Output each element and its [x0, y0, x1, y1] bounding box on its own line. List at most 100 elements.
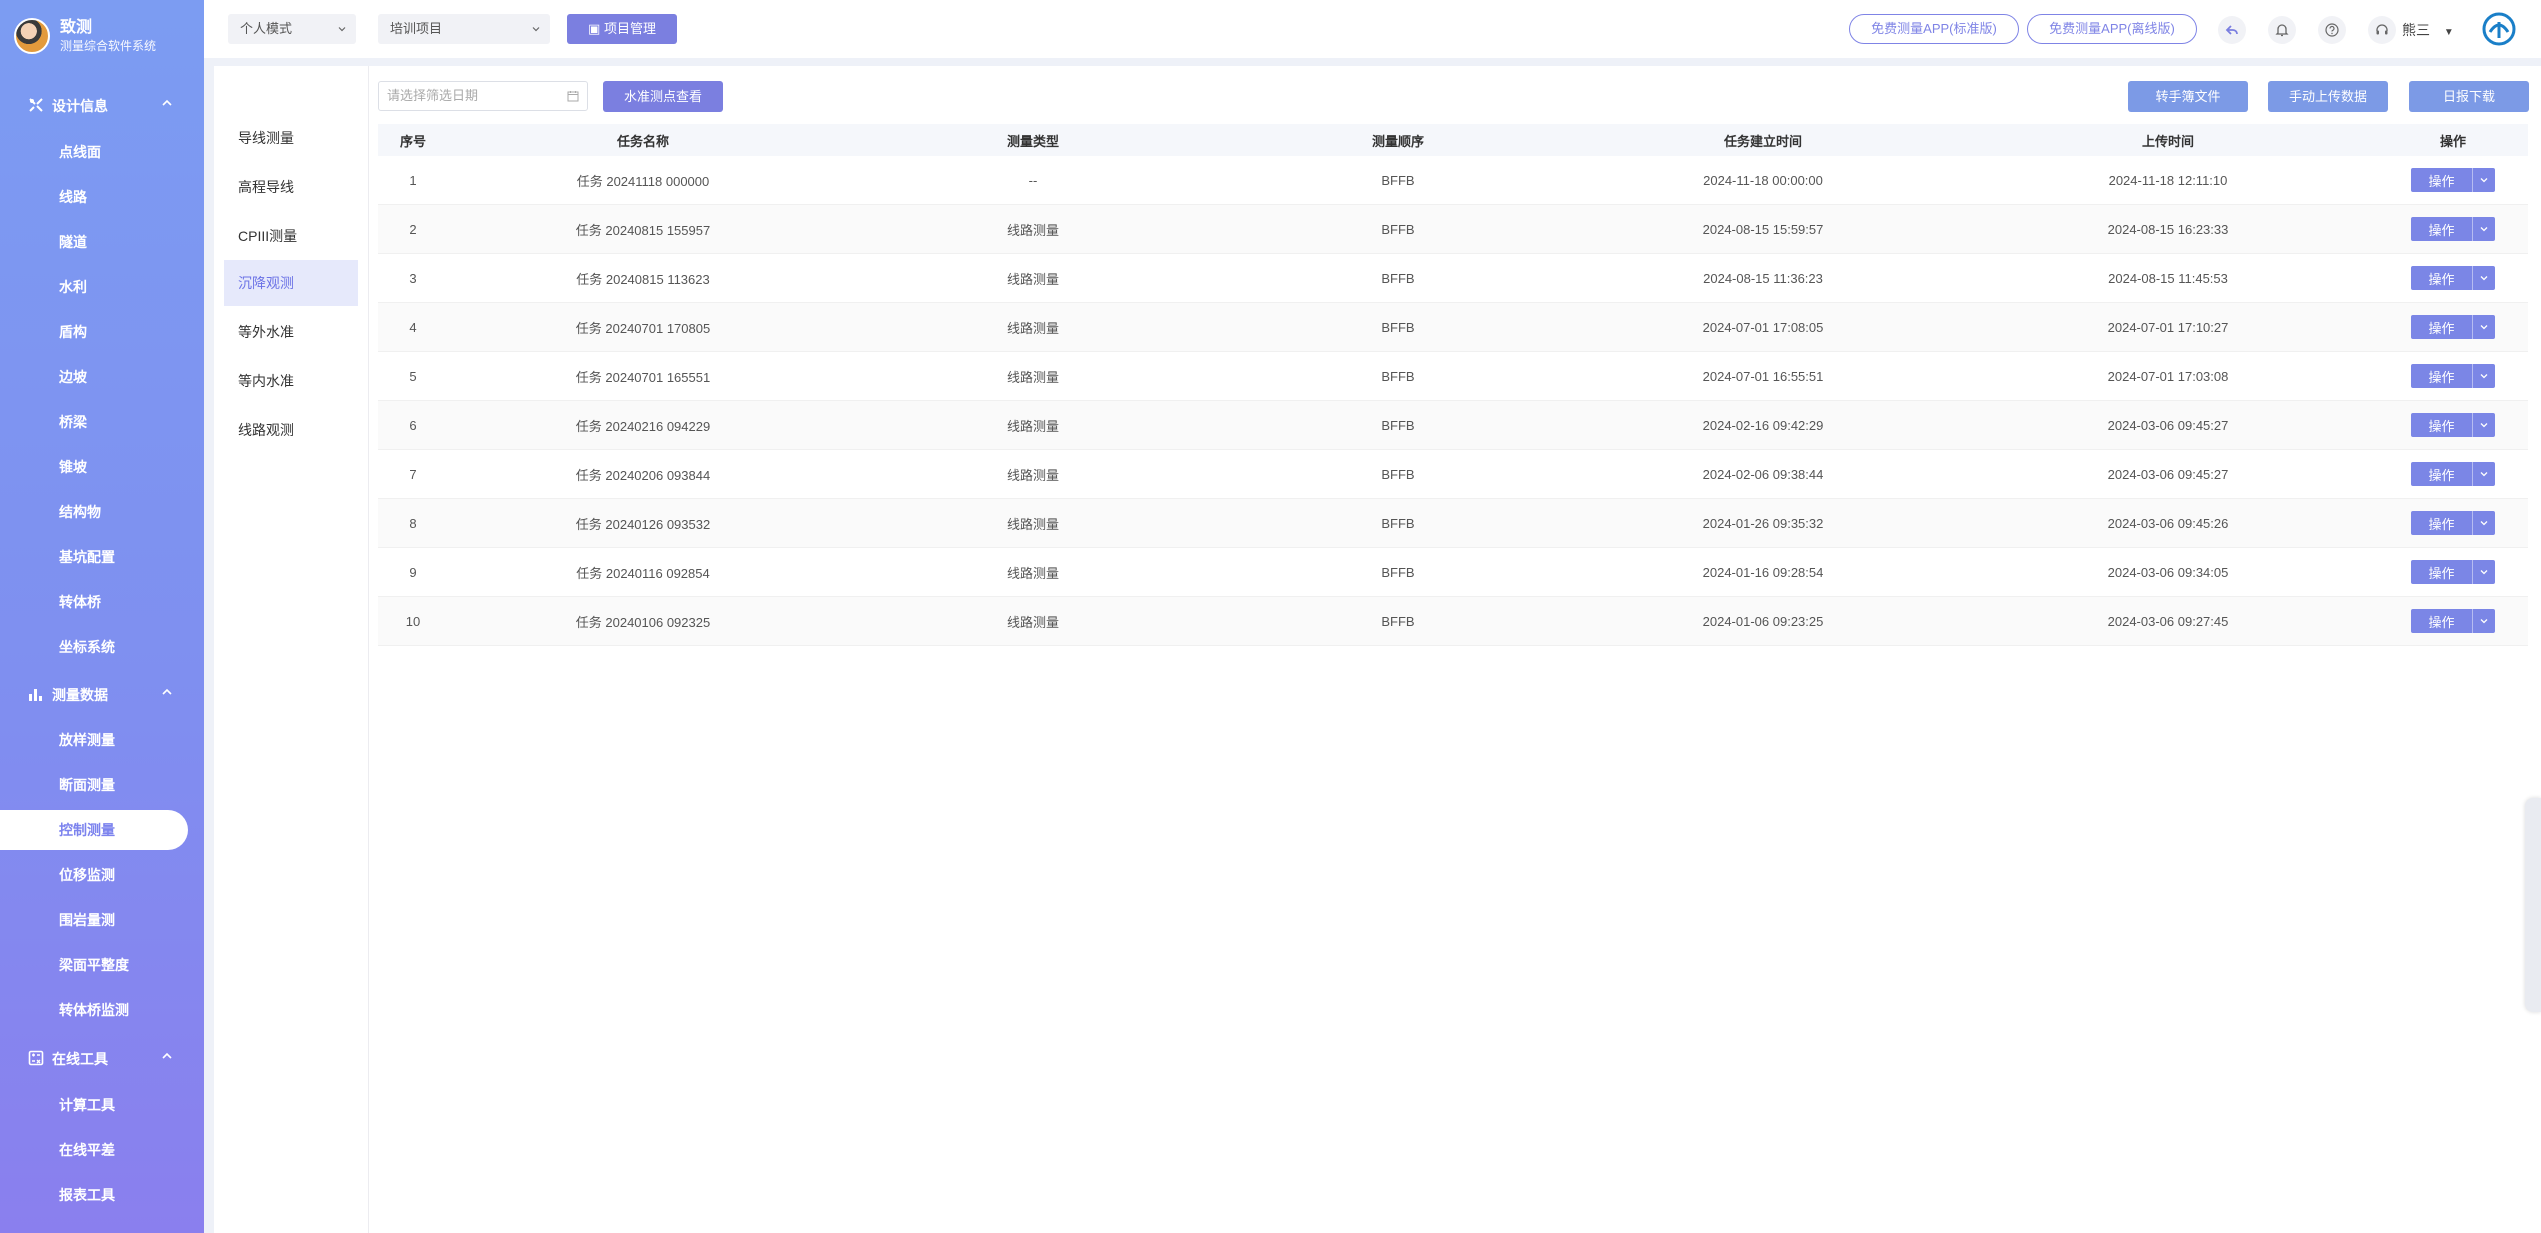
- sidebar-item-stakeout[interactable]: 放样测量: [0, 720, 204, 760]
- sidebar-item-tunnel[interactable]: 隧道: [0, 222, 204, 262]
- sidebar-item-swivel-monitoring[interactable]: 转体桥监测: [0, 990, 204, 1030]
- row-actions: 操作: [2378, 499, 2528, 547]
- floating-side-widget[interactable]: [2525, 798, 2541, 1012]
- convert-handbook-button[interactable]: 转手簿文件: [2128, 81, 2248, 112]
- upload-time: 2024-07-01 17:10:27: [2107, 319, 2229, 335]
- row-actions: 操作: [2378, 303, 2528, 351]
- folder-icon: ▣: [588, 21, 601, 36]
- operation-dropdown-button[interactable]: 操作: [2411, 364, 2495, 388]
- tab-standard-leveling[interactable]: 等内水准: [224, 358, 358, 404]
- operation-dropdown-button[interactable]: 操作: [2411, 315, 2495, 339]
- sidebar-item-calc-tools[interactable]: 计算工具: [0, 1085, 204, 1125]
- chevron-down-icon[interactable]: [2472, 168, 2495, 192]
- sidebar-item-coordinate-system[interactable]: 坐标系统: [0, 627, 204, 667]
- table-row: 9 任务 20240116 092854 线路测量 BFFB 2024-01-16 09…: [378, 548, 2528, 597]
- support-button[interactable]: [2368, 16, 2396, 44]
- measure-order: BFFB: [1381, 172, 1415, 188]
- operation-dropdown-button[interactable]: 操作: [2411, 462, 2495, 486]
- tab-settlement[interactable]: 沉降观测: [224, 260, 358, 306]
- chevron-down-icon[interactable]: [2472, 364, 2495, 388]
- measure-type: 线路测量: [1006, 418, 1059, 434]
- measure-type: 线路测量: [1006, 565, 1059, 581]
- tab-elevation-traverse[interactable]: 高程导线: [224, 164, 358, 210]
- operation-dropdown-button[interactable]: 操作: [2411, 413, 2495, 437]
- column-header: 测量顺序: [1371, 133, 1424, 149]
- task-name: 任务 20240116 092854: [576, 565, 710, 581]
- chevron-down-icon[interactable]: [2472, 511, 2495, 535]
- chevron-down-icon[interactable]: [2472, 609, 2495, 633]
- table-row: 7 任务 20240206 093844 线路测量 BFFB 2024-02-06 09…: [378, 450, 2528, 499]
- measure-type: 线路测量: [1006, 222, 1059, 238]
- project-manage-button[interactable]: ▣ 项目管理: [567, 14, 677, 44]
- headset-icon: [2376, 24, 2388, 35]
- nav-group-measurement-data[interactable]: 测量数据: [0, 672, 204, 716]
- tab-route-observation[interactable]: 线路观测: [224, 407, 358, 453]
- created-time: 2024-07-01 16:55:51: [1702, 368, 1824, 384]
- row-index: 7: [409, 466, 417, 482]
- user-menu[interactable]: 熊三 ▼: [2402, 20, 2454, 40]
- sidebar-item-control-measurement[interactable]: 控制测量: [0, 810, 188, 850]
- project-select[interactable]: 培训项目: [378, 14, 550, 44]
- bell-icon: [2275, 24, 2289, 37]
- sidebar-item-online-adjust[interactable]: 在线平差: [0, 1130, 204, 1170]
- upload-time: 2024-08-15 16:23:33: [2107, 221, 2229, 237]
- sidebar-item-cone-slope[interactable]: 锥坡: [0, 447, 204, 487]
- operation-dropdown-button[interactable]: 操作: [2411, 560, 2495, 584]
- operation-label: 操作: [2428, 271, 2455, 287]
- chevron-down-icon[interactable]: [2472, 315, 2495, 339]
- operation-dropdown-button[interactable]: 操作: [2411, 168, 2495, 192]
- chevron-down-icon[interactable]: [2472, 217, 2495, 241]
- brand-avatar: [14, 18, 50, 54]
- row-actions: 操作: [2378, 352, 2528, 400]
- mode-select[interactable]: 个人模式: [228, 14, 356, 44]
- nav-group-online-tools[interactable]: 在线工具: [0, 1036, 204, 1080]
- table-row: 3 任务 20240815 113623 线路测量 BFFB 2024-08-15 11…: [378, 254, 2528, 303]
- sidebar-item-slope[interactable]: 边坡: [0, 357, 204, 397]
- sidebar-item-surrounding-rock[interactable]: 围岩量测: [0, 900, 204, 940]
- date-filter-input[interactable]: 请选择筛选日期: [378, 81, 588, 111]
- sidebar-item-route[interactable]: 线路: [0, 177, 204, 217]
- operation-dropdown-button[interactable]: 操作: [2411, 266, 2495, 290]
- sidebar-item-swivel-bridge[interactable]: 转体桥: [0, 582, 204, 622]
- company-logo: [2482, 12, 2516, 46]
- sidebar-item-shield[interactable]: 盾构: [0, 312, 204, 352]
- measure-order: BFFB: [1381, 613, 1415, 629]
- sidebar-item-bridge[interactable]: 桥梁: [0, 402, 204, 442]
- measure-order: BFFB: [1381, 515, 1415, 531]
- chevron-down-icon[interactable]: [2472, 413, 2495, 437]
- app-standard-button[interactable]: 免费测量APP(标准版): [1849, 14, 2019, 44]
- nav-group-design-info[interactable]: 设计信息: [0, 83, 204, 127]
- manual-upload-button[interactable]: 手动上传数据: [2268, 81, 2388, 112]
- chevron-up-icon: [162, 99, 172, 106]
- daily-report-download-button[interactable]: 日报下载: [2409, 81, 2529, 112]
- sidebar-item-displacement[interactable]: 位移监测: [0, 855, 204, 895]
- tab-cpiii[interactable]: CPIII测量: [224, 213, 358, 259]
- sidebar-item-section[interactable]: 断面测量: [0, 765, 204, 805]
- task-name: 任务 20240701 170805: [575, 320, 711, 336]
- sidebar-item-point-line-surface[interactable]: 点线面: [0, 132, 204, 172]
- app-offline-button[interactable]: 免费测量APP(离线版): [2027, 14, 2197, 44]
- brand-subtitle: 测量综合软件系统: [60, 39, 157, 53]
- sidebar-item-water[interactable]: 水利: [0, 267, 204, 307]
- sidebar-item-pit-config[interactable]: 基坑配置: [0, 537, 204, 577]
- chevron-down-icon: [338, 27, 346, 32]
- sidebar-item-structure[interactable]: 结构物: [0, 492, 204, 532]
- chevron-down-icon[interactable]: [2472, 560, 2495, 584]
- sidebar-item-beam-flatness[interactable]: 梁面平整度: [0, 945, 204, 985]
- notifications-button[interactable]: [2268, 16, 2296, 44]
- upload-time: 2024-03-06 09:27:45: [2107, 613, 2229, 629]
- operation-dropdown-button[interactable]: 操作: [2411, 217, 2495, 241]
- tab-non-standard-leveling[interactable]: 等外水准: [224, 309, 358, 355]
- back-button[interactable]: [2218, 16, 2246, 44]
- chevron-down-icon[interactable]: [2472, 266, 2495, 290]
- chevron-down-icon[interactable]: [2472, 462, 2495, 486]
- sidebar-item-report-tools[interactable]: 报表工具: [0, 1175, 204, 1215]
- row-actions: 操作: [2378, 548, 2528, 596]
- operation-dropdown-button[interactable]: 操作: [2411, 511, 2495, 535]
- measure-type: 线路测量: [1006, 516, 1059, 532]
- tab-traverse[interactable]: 导线测量: [224, 115, 358, 161]
- help-button[interactable]: [2318, 16, 2346, 44]
- row-index: 8: [409, 515, 417, 531]
- view-level-points-button[interactable]: 水准测点查看: [603, 81, 723, 112]
- operation-dropdown-button[interactable]: 操作: [2411, 609, 2495, 633]
